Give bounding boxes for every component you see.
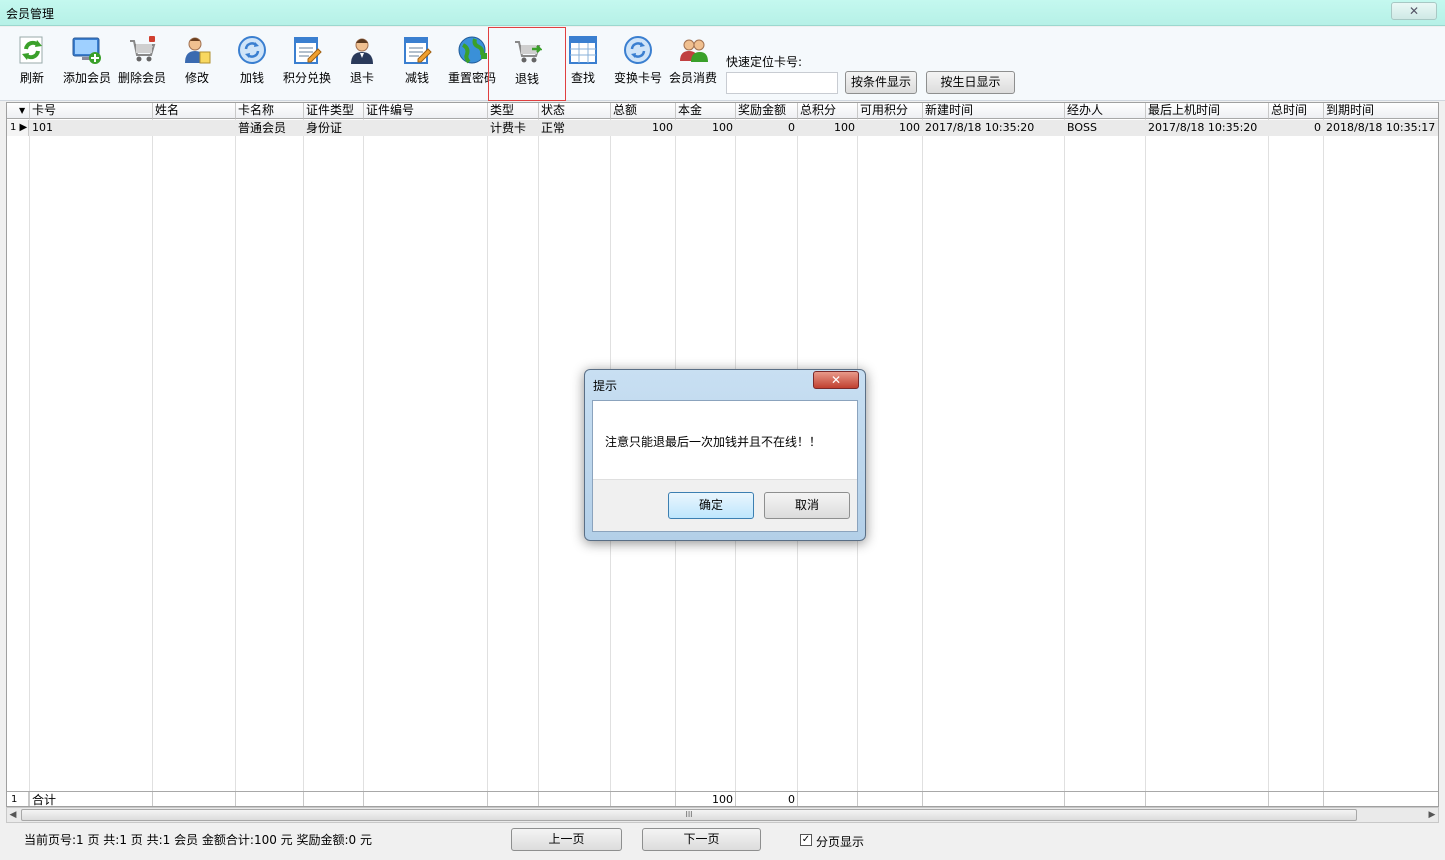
cell-status[interactable]: 正常 [539, 120, 610, 136]
alert-dialog: 提示 ✕ 注意只能退最后一次加钱并且不在线！！ 确定 取消 [584, 369, 866, 541]
window-title: 会员管理 [6, 7, 55, 21]
totals-principal: 100 [712, 793, 733, 806]
column-header-type[interactable]: 类型 [488, 103, 539, 119]
quick-locate-label: 快速定位卡号: [726, 55, 803, 69]
column-header-total[interactable]: 总额 [611, 103, 676, 119]
column-header-status[interactable]: 状态 [539, 103, 611, 119]
return-card-icon [351, 38, 373, 64]
cell-created-time[interactable]: 2017/8/18 10:35:20 [923, 120, 1064, 136]
delete-member-icon [130, 36, 156, 62]
refresh-icon [19, 36, 43, 64]
row-selector-header[interactable]: ▼ [7, 103, 30, 119]
reset-password-icon [458, 36, 487, 64]
status-bar: 当前页号:1 页 共:1 页 共:1 会员 金额合计:100 元 奖励金额:0 … [0, 824, 1445, 860]
filter-by-birthday-button[interactable]: 按生日显示 [926, 71, 1015, 94]
cell-last-login[interactable]: 2017/8/18 10:35:20 [1146, 120, 1268, 136]
cell-bonus[interactable]: 0 [736, 120, 797, 136]
column-header-total-time[interactable]: 总时间 [1269, 103, 1324, 119]
points-exchange-icon [294, 37, 322, 64]
row-indicator[interactable]: 1 ▶ [7, 120, 29, 136]
cell-expire-time[interactable]: 2018/8/18 10:35:17 [1324, 120, 1438, 136]
dialog-body: 注意只能退最后一次加钱并且不在线！！ 确定 取消 [592, 400, 858, 532]
paging-checkbox-label: 分页显示 [816, 835, 865, 849]
member-consume-icon [680, 39, 708, 62]
cell-total-points[interactable]: 100 [798, 120, 857, 136]
title-bar: 会员管理 ✕ [0, 0, 1445, 26]
column-header-card-no[interactable]: 卡号 [30, 103, 153, 119]
dialog-ok-button[interactable]: 确定 [668, 492, 754, 519]
cell-card-no[interactable]: 101 [30, 120, 152, 136]
cell-total-time[interactable]: 0 [1269, 120, 1323, 136]
horizontal-scrollbar[interactable]: ◀ III ▶ [6, 807, 1439, 823]
search-button[interactable]: 查找 [555, 31, 611, 99]
deduct-money-icon [404, 37, 432, 64]
add-member-icon [72, 37, 101, 64]
dialog-cancel-button[interactable]: 取消 [764, 492, 850, 519]
dialog-close-button[interactable]: ✕ [813, 371, 859, 389]
dialog-title: 提示 [593, 379, 618, 393]
toolbar: 刷新 添加会员 删除会员 修改 加钱 积分兑换 退卡 减钱 重置密码 退钱 查找… [0, 27, 1445, 101]
cell-total[interactable]: 100 [611, 120, 675, 136]
column-header-id-number[interactable]: 证件编号 [364, 103, 488, 119]
column-header-card-name[interactable]: 卡名称 [236, 103, 304, 119]
column-header-last-login[interactable]: 最后上机时间 [1146, 103, 1269, 119]
filter-by-condition-button[interactable]: 按条件显示 [845, 71, 917, 94]
next-page-button[interactable]: 下一页 [642, 828, 761, 851]
scroll-left-arrow-icon[interactable]: ◀ [7, 808, 19, 822]
add-money-icon [238, 36, 266, 64]
cell-id-type[interactable]: 身份证 [304, 120, 363, 136]
paging-checkbox[interactable]: ✓ [800, 834, 812, 846]
column-header-available-points[interactable]: 可用积分 [858, 103, 923, 119]
column-header-operator[interactable]: 经办人 [1065, 103, 1146, 119]
quick-locate-input[interactable] [726, 72, 838, 94]
row-number: 1 [10, 122, 17, 133]
refresh-button[interactable]: 刷新 [4, 31, 60, 99]
cell-id-number[interactable] [364, 120, 487, 136]
dialog-message: 注意只能退最后一次加钱并且不在线！！ [605, 435, 822, 449]
member-consume-button[interactable]: 会员消费 [665, 31, 721, 99]
column-header-expire-time[interactable]: 到期时间 [1324, 103, 1438, 119]
paging-info: 当前页号:1 页 共:1 页 共:1 会员 金额合计:100 元 奖励金额:0 … [24, 833, 372, 847]
column-header-id-type[interactable]: 证件类型 [304, 103, 364, 119]
refund-icon [515, 41, 542, 63]
search-icon [569, 36, 597, 64]
totals-bonus: 0 [788, 793, 795, 806]
window-close-button[interactable]: ✕ [1391, 2, 1437, 20]
cell-name[interactable] [153, 120, 235, 136]
delete-member-button[interactable]: 删除会员 [114, 31, 170, 99]
cell-type[interactable]: 计费卡 [488, 120, 538, 136]
deduct-money-button[interactable]: 减钱 [389, 31, 445, 99]
edit-member-button[interactable]: 修改 [169, 31, 225, 99]
change-card-button[interactable]: 变换卡号 [610, 31, 666, 99]
edit-member-icon [185, 37, 211, 64]
scrollbar-thumb[interactable]: III [21, 809, 1357, 821]
scroll-right-arrow-icon[interactable]: ▶ [1426, 808, 1438, 822]
totals-row: 1 合计 100 0 [7, 791, 1438, 807]
cell-available-points[interactable]: 100 [858, 120, 922, 136]
points-exchange-button[interactable]: 积分兑换 [279, 31, 335, 99]
dialog-footer: 确定 取消 [593, 479, 857, 531]
column-header-created-time[interactable]: 新建时间 [923, 103, 1065, 119]
column-header-principal[interactable]: 本金 [676, 103, 736, 119]
change-card-icon [624, 36, 652, 64]
column-header-name[interactable]: 姓名 [153, 103, 236, 119]
totals-row-number: 1 [7, 792, 29, 806]
member-consume-label: 会员消费 [668, 71, 717, 85]
column-header-total-points[interactable]: 总积分 [798, 103, 858, 119]
prev-page-button[interactable]: 上一页 [511, 828, 622, 851]
add-money-button[interactable]: 加钱 [224, 31, 280, 99]
cell-operator[interactable]: BOSS [1065, 120, 1145, 136]
member-management-window: 会员管理 ✕ 刷新 添加会员 删除会员 修改 加钱 积分兑换 退卡 减钱 重置密… [0, 0, 1445, 860]
add-member-button[interactable]: 添加会员 [59, 31, 115, 99]
totals-label: 合计 [32, 793, 57, 807]
cell-card-name[interactable]: 普通会员 [236, 120, 303, 136]
return-card-button[interactable]: 退卡 [334, 31, 390, 99]
cell-principal[interactable]: 100 [676, 120, 735, 136]
column-header-bonus[interactable]: 奖励金额 [736, 103, 798, 119]
